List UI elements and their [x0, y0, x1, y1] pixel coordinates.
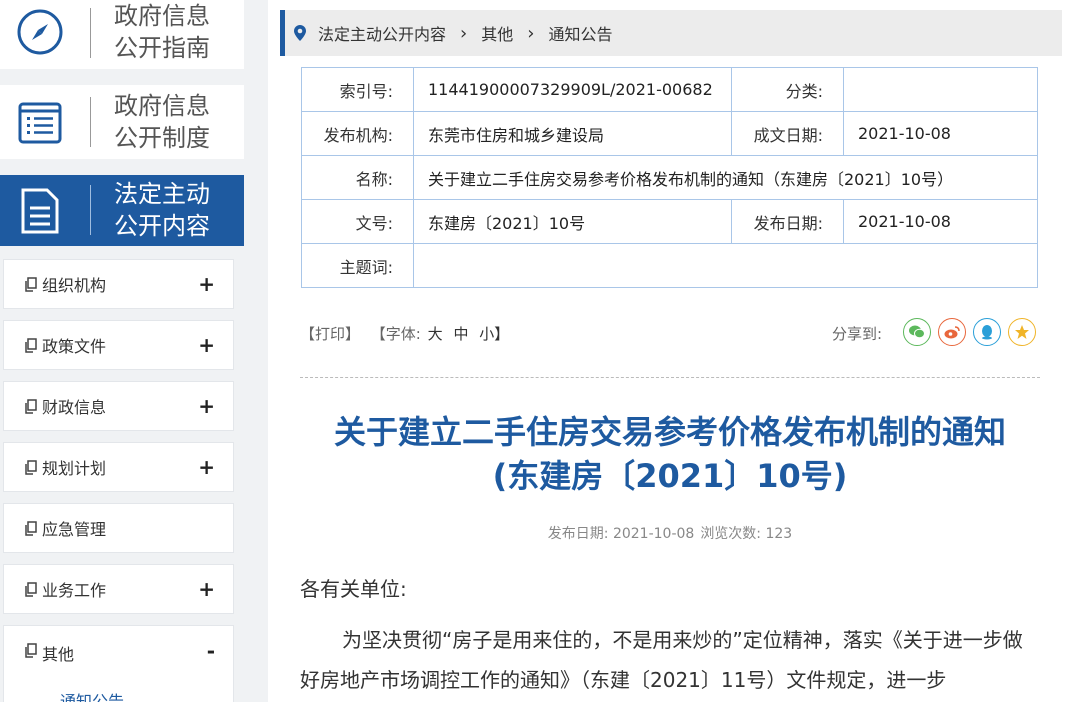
page-icon [24, 338, 38, 353]
article-salutation: 各有关单位: [300, 577, 407, 601]
meta-value [843, 67, 1038, 112]
meta-label: 成文日期: [731, 111, 844, 156]
breadcrumb-item[interactable]: 通知公告 [548, 21, 612, 45]
menu-item-label: 财政信息 [42, 398, 107, 417]
page-icon [24, 643, 38, 658]
page-icon [24, 277, 38, 292]
expand-toggle[interactable]: + [198, 394, 215, 418]
menu-item-finance[interactable]: 财政信息 + [3, 381, 234, 431]
sidebar-block-guide[interactable]: 政府信息 公开指南 [0, 0, 244, 69]
sidebar-block-title: 政府信息 公开制度 [114, 92, 210, 152]
menu-item-policy[interactable]: 政策文件 + [3, 320, 234, 370]
divider [300, 377, 1040, 378]
breadcrumb-item[interactable]: 法定主动公开内容 [318, 21, 446, 45]
chevron-right-icon: › [460, 22, 468, 44]
menu-item-label: 业务工作 [42, 581, 107, 600]
meta-value: 2021-10-08 [843, 199, 1038, 244]
font-size-label: 【字体: [370, 325, 421, 343]
meta-label: 分类: [731, 67, 844, 112]
divider [90, 97, 91, 147]
meta-label: 文号: [301, 199, 414, 244]
article-pubdate: 发布日期: 2021-10-08 [547, 526, 695, 542]
font-small-button[interactable]: 小】 [479, 325, 509, 343]
meta-value: 关于建立二手住房交易参考价格发布机制的通知（东建房〔2021〕10号） [413, 155, 1038, 200]
tools: 【打印】 【字体: 大 中 小】 [300, 323, 515, 344]
page-icon [24, 399, 38, 414]
article-toolbar: 【打印】 【字体: 大 中 小】 分享到: [300, 318, 1040, 348]
article-paragraph: 为坚决贯彻“房子是用来住的，不是用来炒的”定位精神，落实《关于进一步做好房地产市… [300, 628, 1023, 692]
meta-value: 东建房〔2021〕10号 [413, 199, 732, 244]
weibo-icon[interactable] [938, 318, 966, 346]
expand-toggle[interactable]: + [198, 272, 215, 296]
expand-toggle[interactable]: + [198, 577, 215, 601]
menu-item-label: 组织机构 [42, 276, 107, 295]
sidebar-block-system[interactable]: 政府信息 公开制度 [0, 85, 244, 159]
meta-value: 2021-10-08 [843, 111, 1038, 156]
chevron-right-icon: › [527, 22, 535, 44]
menu-item-label: 其他 [42, 645, 75, 664]
expand-toggle[interactable]: + [198, 455, 215, 479]
page-icon [24, 460, 38, 475]
menu-item-label: 应急管理 [42, 520, 107, 539]
meta-label: 主题词: [301, 243, 414, 288]
page-icon [24, 582, 38, 597]
document-icon [14, 185, 66, 237]
menu-item-business[interactable]: 业务工作 + [3, 564, 234, 614]
menu-item-label: 规划计划 [42, 459, 107, 478]
list-icon [14, 96, 66, 148]
menu-item-planning[interactable]: 规划计划 + [3, 442, 234, 492]
meta-value: 东莞市住房和城乡建设局 [413, 111, 732, 156]
article-title: 关于建立二手住房交易参考价格发布机制的通知 (东建房〔2021〕10号) [333, 413, 1006, 495]
meta-value [413, 243, 1038, 288]
collapse-toggle[interactable]: - [207, 639, 215, 663]
menu-item-label: 政策文件 [42, 337, 107, 356]
sidebar: 政府信息 公开指南 政府信息 公开制度 法定主动 公开内容 组织机构 + 政策文… [0, 0, 244, 702]
menu-item-org[interactable]: 组织机构 + [3, 259, 234, 309]
divider [90, 8, 91, 58]
qzone-icon[interactable] [1008, 318, 1036, 346]
breadcrumb-item[interactable]: 其他 [481, 21, 513, 45]
wechat-icon[interactable] [903, 318, 931, 346]
submenu-item-notices[interactable]: 通知公告 [60, 688, 124, 702]
meta-label: 索引号: [301, 67, 414, 112]
meta-label: 发布机构: [301, 111, 414, 156]
menu-item-emergency[interactable]: 应急管理 [3, 503, 234, 553]
article-views: 浏览次数: 123 [700, 526, 793, 542]
share-label: 分享到: [832, 325, 883, 343]
font-large-button[interactable]: 大 [428, 325, 443, 343]
meta-label: 名称: [301, 155, 414, 200]
main-content: 法定主动公开内容 › 其他 › 通知公告 索引号: 11441900007329… [268, 0, 1080, 702]
qq-icon[interactable] [973, 318, 1001, 346]
location-pin-icon [294, 25, 306, 41]
document-meta-table: 索引号: 11441900007329909L/2021-00682 分类: 发… [301, 67, 1038, 288]
divider [90, 185, 91, 235]
meta-label: 发布日期: [731, 199, 844, 244]
breadcrumb: 法定主动公开内容 › 其他 › 通知公告 [280, 10, 1062, 56]
print-button[interactable]: 【打印】 [300, 325, 360, 343]
font-medium-button[interactable]: 中 [453, 325, 468, 343]
sidebar-block-content[interactable]: 法定主动 公开内容 [0, 175, 244, 246]
page-icon [24, 521, 38, 536]
sidebar-block-title: 法定主动 公开内容 [114, 180, 210, 240]
meta-value: 11441900007329909L/2021-00682 [413, 67, 732, 112]
expand-toggle[interactable]: + [198, 333, 215, 357]
compass-icon [14, 6, 66, 58]
sidebar-block-title: 政府信息 公开指南 [114, 2, 210, 62]
article-meta: 发布日期: 2021-10-08 浏览次数: 123 [300, 523, 1040, 543]
